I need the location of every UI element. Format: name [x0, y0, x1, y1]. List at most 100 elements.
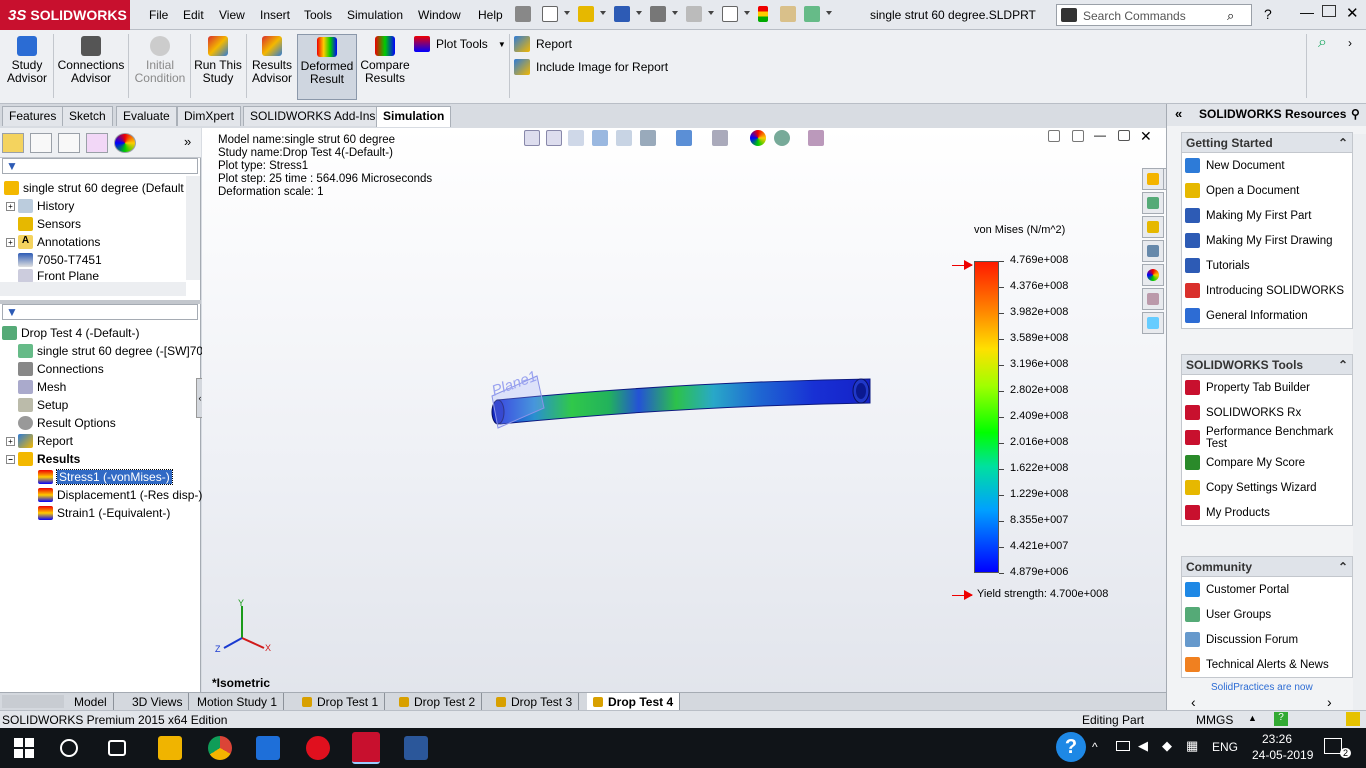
report-button[interactable]: Report [514, 36, 572, 52]
strut-model[interactable]: Plane1 [482, 348, 882, 438]
task-pane-footer[interactable]: SolidPractices are now [1211, 682, 1313, 693]
viewport-restore-icon[interactable] [1118, 130, 1130, 141]
view-orientation-icon[interactable] [640, 130, 656, 146]
task-pane-link[interactable]: Performance Benchmark Test [1182, 425, 1352, 450]
results-advisor-button[interactable]: Results Advisor [250, 34, 294, 100]
featuremanager-tab-icon[interactable] [2, 133, 24, 153]
collapse-task-pane-icon[interactable]: « [1175, 106, 1182, 121]
expand-icon[interactable]: + [6, 237, 15, 247]
opera-icon[interactable] [306, 736, 330, 760]
new-icon[interactable] [542, 6, 558, 22]
part-root[interactable]: single strut 60 degree (Default [4, 179, 184, 197]
save-dropdown-icon[interactable] [636, 11, 642, 15]
sim-item-setup[interactable]: Setup [18, 396, 68, 414]
pin-icon[interactable] [515, 6, 531, 22]
hide-show-items-icon[interactable] [712, 130, 728, 146]
tray-chevron-icon[interactable]: ^ [1092, 740, 1098, 754]
network-icon[interactable]: ▦ [1186, 738, 1198, 754]
menu-edit[interactable]: Edit [183, 8, 204, 22]
split-horizontal-icon[interactable] [1048, 130, 1060, 142]
menu-view[interactable]: View [219, 8, 245, 22]
graphics-area[interactable]: — ✕ Model name:single strut 60 degree St… [202, 128, 1166, 692]
restore-icon[interactable] [1322, 5, 1336, 17]
select-arrow-icon[interactable] [722, 6, 738, 22]
document-tab[interactable]: Drop Test 4 [587, 693, 681, 710]
document-tab[interactable]: Motion Study 1 [191, 693, 285, 710]
language-indicator[interactable]: ENG [1212, 740, 1238, 754]
sim-item-part[interactable]: single strut 60 degree (-[SW]70 [18, 342, 203, 360]
task-pane-link[interactable]: Making My First Part [1182, 203, 1352, 228]
display-manager-tab-icon[interactable] [114, 133, 136, 153]
menu-insert[interactable]: Insert [260, 8, 290, 22]
tree-item-annotations[interactable]: + A Annotations [6, 233, 100, 251]
open-dropdown-icon[interactable] [600, 11, 606, 15]
expand-icon[interactable]: + [6, 436, 15, 446]
viewport-close-icon[interactable]: ✕ [1140, 128, 1152, 145]
result-strain1[interactable]: Strain1 (-Equivalent-) [38, 504, 170, 522]
task-pane-link[interactable]: My Products [1182, 500, 1352, 525]
status-units[interactable]: MMGS [1196, 713, 1233, 727]
tree-filter-field[interactable]: ▼ [2, 158, 198, 174]
result-displacement1[interactable]: Displacement1 (-Res disp-) [38, 486, 202, 504]
document-tab[interactable]: Drop Test 1 [296, 693, 386, 710]
close-icon[interactable]: ✕ [1346, 4, 1359, 22]
propertymanager-tab-icon[interactable] [30, 133, 52, 153]
print-icon[interactable] [650, 6, 666, 22]
tree-vertical-scrollbar[interactable] [186, 176, 200, 280]
options-dropdown-icon[interactable] [826, 11, 832, 15]
tab-dimxpert[interactable]: DimXpert [177, 106, 242, 126]
word-icon[interactable] [404, 736, 428, 760]
plot-tools-dropdown-icon[interactable]: ▼ [498, 40, 506, 49]
clock-time[interactable]: 23:26 [1262, 732, 1292, 746]
help-taskbar-icon[interactable]: ? [1056, 732, 1086, 762]
document-tab[interactable]: Model [68, 693, 114, 710]
sim-item-results[interactable]: − Results [6, 450, 80, 468]
compare-results-button[interactable]: Compare Results [360, 34, 410, 100]
section-header[interactable]: Community ⌃ [1182, 557, 1352, 577]
solidworks-taskbar-icon[interactable] [352, 732, 380, 764]
task-pane-link[interactable]: General Information [1182, 303, 1352, 328]
task-pane-scroll-left-icon[interactable]: ‹ [1191, 694, 1196, 710]
expand-panel-icon[interactable]: » [184, 134, 191, 149]
task-view-icon[interactable] [108, 740, 126, 756]
units-dropdown-icon[interactable]: ▲ [1248, 713, 1257, 723]
study-advisor-button[interactable]: Study Advisor [4, 34, 50, 100]
menu-tools[interactable]: Tools [304, 8, 332, 22]
dimxpert-tab-icon[interactable] [86, 133, 108, 153]
side-tab-appearances[interactable] [1142, 264, 1164, 286]
zoom-to-area-icon[interactable] [546, 130, 562, 146]
display-style-icon[interactable] [676, 130, 692, 146]
document-tab[interactable]: Drop Test 3 [490, 693, 580, 710]
viewport-minimize-icon[interactable]: — [1094, 128, 1106, 142]
clock-date[interactable]: 24-05-2019 [1252, 748, 1313, 762]
collapse-section-icon[interactable]: ⌃ [1338, 560, 1348, 574]
tab-evaluate[interactable]: Evaluate [116, 106, 177, 126]
side-tab-forum[interactable] [1142, 312, 1164, 334]
plot-tools-button[interactable]: Plot Tools ▼ [414, 36, 506, 52]
document-tab[interactable]: 3D Views [126, 693, 190, 710]
task-pane-link[interactable]: Discussion Forum [1182, 627, 1352, 652]
dropbox-icon[interactable]: ◆ [1162, 738, 1172, 754]
dynamic-annotation-icon[interactable] [616, 130, 632, 146]
sim-tree-filter-field[interactable]: ▼ [2, 304, 198, 320]
collapse-arrow-icon[interactable]: › [1348, 36, 1352, 50]
task-pane-link[interactable]: Open a Document [1182, 178, 1352, 203]
task-pane-link[interactable]: Copy Settings Wizard [1182, 475, 1352, 500]
task-pane-link[interactable]: User Groups [1182, 602, 1352, 627]
initial-condition-button[interactable]: Initial Condition [132, 34, 188, 100]
minimize-icon[interactable]: — [1300, 4, 1314, 20]
tree-item-front-plane[interactable]: Front Plane [18, 269, 99, 283]
sim-item-mesh[interactable]: Mesh [18, 378, 66, 396]
search-taskbar-icon[interactable] [60, 739, 78, 757]
section-view-icon[interactable] [592, 130, 608, 146]
side-tab-custom-properties[interactable] [1142, 288, 1164, 310]
tab-simulation[interactable]: Simulation [376, 106, 452, 127]
sim-item-report[interactable]: + Report [6, 432, 73, 450]
undo-icon[interactable] [686, 6, 702, 22]
tree-horizontal-scrollbar[interactable] [0, 282, 186, 296]
task-pane-scroll-right-icon[interactable]: › [1327, 694, 1332, 710]
zoom-to-fit-icon[interactable] [524, 130, 540, 146]
task-pane-link[interactable]: Property Tab Builder [1182, 375, 1352, 400]
task-pane-link[interactable]: Technical Alerts & News [1182, 652, 1352, 677]
tree-item-material[interactable]: 7050-T7451 [18, 251, 102, 269]
